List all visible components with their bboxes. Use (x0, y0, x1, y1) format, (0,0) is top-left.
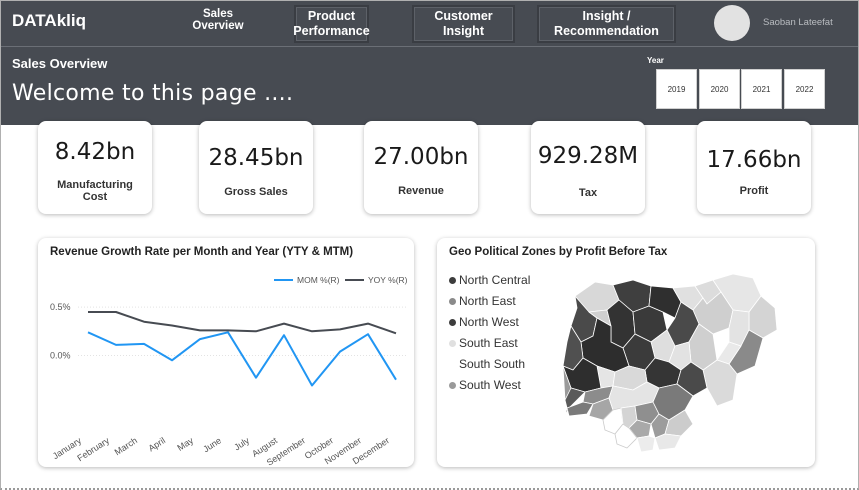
data-point[interactable] (86, 330, 91, 335)
brand-logo-text: DATAkliq (12, 11, 86, 30)
nav-insight-recommendation[interactable]: Insight / Recommendation (537, 5, 676, 43)
data-point[interactable] (170, 358, 175, 363)
user-name: Saoban Lateefat (763, 17, 833, 28)
x-tick-label: July (232, 435, 251, 452)
kpi-label: Revenue (398, 185, 444, 197)
data-point[interactable] (86, 310, 91, 315)
data-point[interactable] (254, 329, 259, 334)
data-point[interactable] (366, 332, 371, 337)
kpi-value: 8.42bn (54, 139, 136, 165)
data-point[interactable] (310, 329, 315, 334)
data-point[interactable] (282, 333, 287, 338)
kpi-label: Gross Sales (224, 186, 288, 198)
nav-product-performance[interactable]: Product Performance (293, 5, 370, 43)
x-tick-label: May (175, 435, 195, 453)
nigeria-map[interactable] (437, 238, 815, 467)
kpi-card-manufacturing-cost[interactable]: 8.42bn Manufacturing Cost (38, 121, 152, 214)
year-button-2019[interactable]: 2019 (656, 69, 697, 109)
kpi-value: 28.45bn (208, 145, 304, 171)
map-state[interactable] (654, 433, 682, 451)
kpi-label: Profit (739, 185, 769, 197)
data-point[interactable] (338, 327, 343, 332)
x-tick-label: April (147, 435, 168, 453)
data-point[interactable] (226, 328, 231, 333)
data-point[interactable] (114, 342, 119, 347)
data-point[interactable] (394, 331, 399, 336)
data-point[interactable] (394, 377, 399, 382)
y-tick-label: 0.0% (50, 351, 71, 361)
year-button-2021[interactable]: 2021 (741, 69, 782, 109)
nav-customer-insight[interactable]: Customer Insight (412, 5, 515, 43)
nav-sales-overview[interactable]: Sales Overview (187, 6, 249, 34)
data-point[interactable] (198, 337, 203, 342)
kpi-card-gross-sales[interactable]: 28.45bn Gross Sales (199, 121, 313, 214)
series-line-yoy[interactable] (88, 311, 397, 335)
kpi-card-revenue[interactable]: 27.00bn Revenue (364, 121, 478, 214)
kpi-card-profit[interactable]: 17.66bn Profit (697, 121, 811, 214)
y-tick-label: 0.5% (50, 302, 71, 312)
kpi-value: 27.00bn (373, 144, 469, 170)
year-button-2022[interactable]: 2022 (784, 69, 825, 109)
data-point[interactable] (310, 383, 315, 388)
data-point[interactable] (198, 328, 203, 333)
x-tick-label: February (75, 435, 111, 463)
kpi-label: Manufacturing Cost (57, 179, 133, 203)
data-point[interactable] (114, 310, 119, 315)
year-button-2020[interactable]: 2020 (699, 69, 740, 109)
data-point[interactable] (142, 341, 147, 346)
x-tick-label: June (201, 435, 223, 454)
x-tick-label: March (113, 435, 139, 457)
revenue-growth-chart-panel[interactable]: Revenue Growth Rate per Month and Year (… (38, 238, 414, 467)
data-point[interactable] (338, 349, 343, 354)
page-title: Sales Overview (12, 56, 108, 71)
geo-zones-map-panel[interactable]: Geo Political Zones by Profit Before Tax… (437, 238, 815, 467)
welcome-text: Welcome to this page .... (12, 81, 294, 106)
kpi-card-tax[interactable]: 929.28M Tax (531, 121, 645, 214)
user-avatar[interactable] (714, 5, 750, 41)
data-point[interactable] (170, 323, 175, 328)
line-chart: 0.5%0.0%JanuaryFebruary March April May June… (50, 302, 406, 467)
series-line-mom[interactable] (87, 331, 397, 387)
data-point[interactable] (282, 321, 287, 326)
kpi-label: Tax (578, 187, 598, 199)
data-point[interactable] (254, 375, 259, 380)
map-state[interactable] (636, 435, 656, 453)
data-point[interactable] (142, 319, 147, 324)
kpi-value: 17.66bn (706, 147, 802, 173)
data-point[interactable] (366, 321, 371, 326)
kpi-value: 929.28M (537, 143, 639, 169)
page-header: Sales Overview Welcome to this page ....… (1, 46, 858, 125)
top-navigation-bar: DATAkliq Sales Overview Product Performa… (1, 1, 858, 46)
year-slicer-label: Year (647, 56, 664, 65)
